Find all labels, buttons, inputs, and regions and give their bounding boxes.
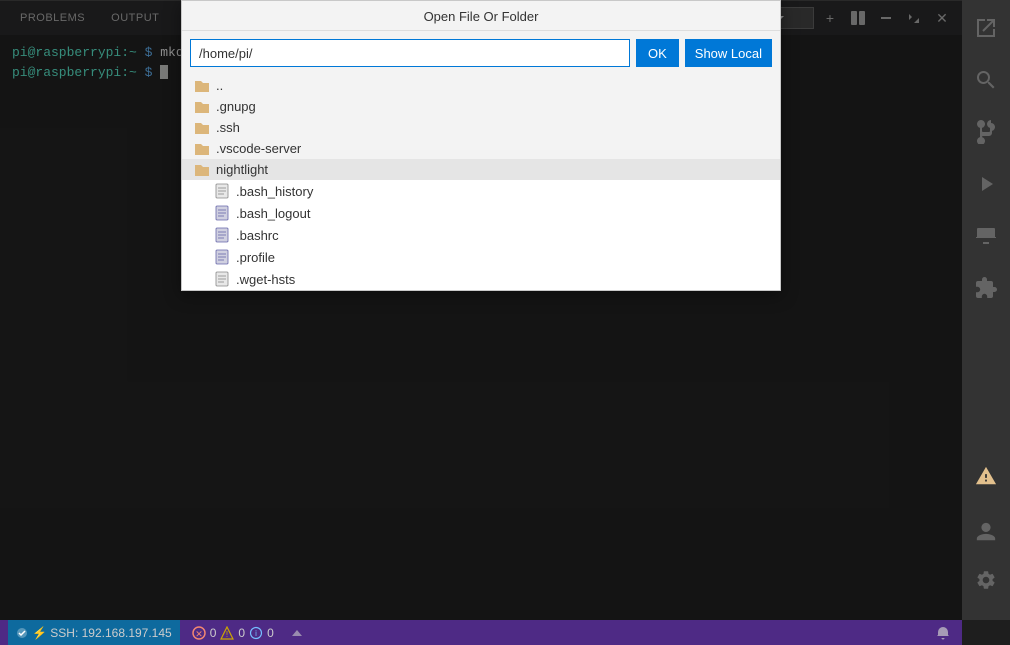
- dialog-show-local-button[interactable]: Show Local: [685, 39, 772, 67]
- activity-account[interactable]: [962, 508, 1010, 556]
- file-item-wget-hsts[interactable]: .wget-hsts: [182, 268, 780, 290]
- status-bar: ⚡ SSH: 192.168.197.145 ✕ 0 ! 0 i 0: [0, 620, 962, 645]
- activity-search[interactable]: [962, 56, 1010, 104]
- file-item-bash-logout-name: .bash_logout: [236, 206, 310, 221]
- svg-text:i: i: [255, 629, 257, 638]
- activity-warning[interactable]: [962, 452, 1010, 500]
- file-item-bashrc-name: .bashrc: [236, 228, 279, 243]
- file-item-nightlight[interactable]: nightlight: [182, 159, 780, 180]
- file-item-bash-history-name: .bash_history: [236, 184, 313, 199]
- file-item-wget-hsts-name: .wget-hsts: [236, 272, 295, 287]
- status-error-count: 0: [210, 626, 217, 640]
- file-item-vscode-server-name: .vscode-server: [216, 141, 301, 156]
- file-item-dotdot[interactable]: ..: [182, 75, 780, 96]
- dialog-ok-button[interactable]: OK: [636, 39, 679, 67]
- svg-text:✕: ✕: [195, 629, 203, 639]
- dialog-file-list: .. .gnupg .ssh .vscode-server nightlight: [182, 75, 780, 290]
- activity-source-control[interactable]: [962, 108, 1010, 156]
- dialog-toolbar: OK Show Local: [182, 31, 780, 75]
- status-ssh-label: ⚡ SSH: 192.168.197.145: [32, 626, 172, 640]
- open-file-dialog: Open File Or Folder OK Show Local .. .gn…: [181, 0, 781, 291]
- dialog-overlay: Open File Or Folder OK Show Local .. .gn…: [0, 0, 962, 620]
- activity-run[interactable]: [962, 160, 1010, 208]
- status-remote[interactable]: [286, 620, 308, 645]
- file-item-nightlight-name: nightlight: [216, 162, 268, 177]
- file-item-profile-name: .profile: [236, 250, 275, 265]
- status-warning-count: 0: [238, 626, 245, 640]
- activity-settings[interactable]: [962, 556, 1010, 604]
- dialog-title: Open File Or Folder: [182, 1, 780, 31]
- dialog-path-input[interactable]: [190, 39, 630, 67]
- file-item-bash-history[interactable]: .bash_history: [182, 180, 780, 202]
- file-item-profile[interactable]: .profile: [182, 246, 780, 268]
- activity-extensions[interactable]: [962, 264, 1010, 312]
- file-item-bash-logout[interactable]: .bash_logout: [182, 202, 780, 224]
- file-item-ssh-name: .ssh: [216, 120, 240, 135]
- activity-bar: [962, 0, 1010, 620]
- status-notifications[interactable]: [932, 620, 954, 645]
- file-item-dotdot-name: ..: [216, 78, 223, 93]
- file-item-gnupg[interactable]: .gnupg: [182, 96, 780, 117]
- status-errors[interactable]: ✕ 0 ! 0 i 0: [188, 620, 278, 645]
- file-item-vscode-server[interactable]: .vscode-server: [182, 138, 780, 159]
- file-item-ssh[interactable]: .ssh: [182, 117, 780, 138]
- activity-explorer[interactable]: [962, 4, 1010, 52]
- svg-text:!: !: [226, 630, 228, 639]
- status-ssh[interactable]: ⚡ SSH: 192.168.197.145: [8, 620, 180, 645]
- file-item-gnupg-name: .gnupg: [216, 99, 256, 114]
- file-item-bashrc[interactable]: .bashrc: [182, 224, 780, 246]
- status-info-count: 0: [267, 626, 274, 640]
- activity-remote-explorer[interactable]: [962, 212, 1010, 260]
